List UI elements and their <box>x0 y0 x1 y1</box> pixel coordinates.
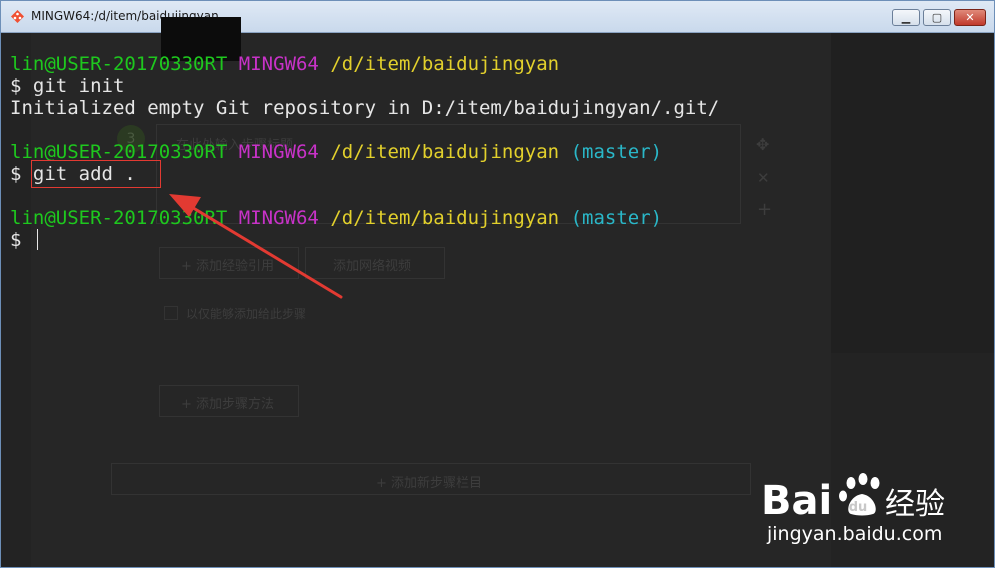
terminal-window: 3 在此处输入步骤标题 ✥ ✕ + + 添加经验引用 添加网络视频 以仅能够添加… <box>0 0 995 568</box>
watermark-logo-suffix: 经验 <box>885 487 945 522</box>
watermark-logo-text: Bai <box>761 478 832 524</box>
svg-text:du: du <box>849 500 868 515</box>
watermark-url: jingyan.baidu.com <box>767 523 943 545</box>
